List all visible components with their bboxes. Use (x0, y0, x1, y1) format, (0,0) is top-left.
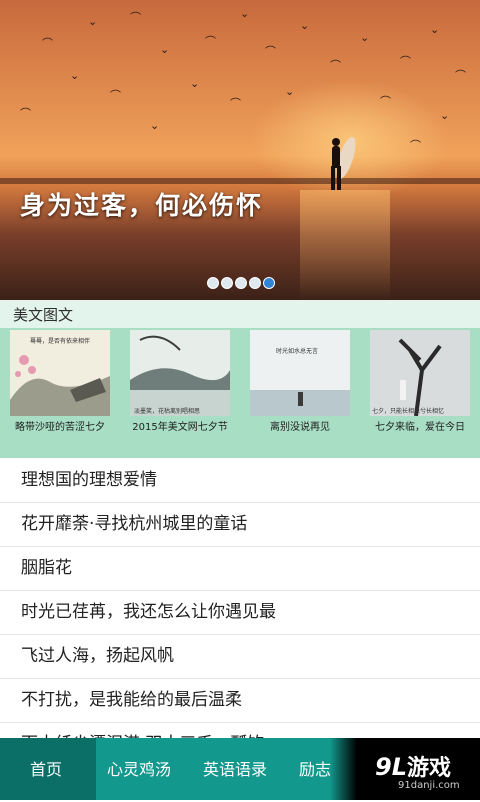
tab-english-quotes[interactable]: 英语语录 (203, 738, 267, 800)
slide-indicator[interactable] (207, 277, 275, 289)
surfer-silhouette (331, 136, 356, 190)
thumb-image (370, 330, 470, 416)
tab-soul-soup[interactable]: 心灵鸡汤 (107, 738, 171, 800)
bird-icon: ⌄ (190, 77, 200, 90)
brand-logo-text: 游戏 (407, 756, 452, 781)
article-list: 理想国的理想爱情 花开靡荼·寻找杭州城里的童话 胭脂花 时光已荏苒，我还怎么让你… (0, 459, 480, 767)
bird-icon: ⌒ (400, 55, 411, 68)
slide-dot[interactable] (235, 277, 247, 289)
bird-icon: ⌒ (380, 95, 391, 108)
bird-icon: ⌄ (160, 43, 170, 56)
bird-icon: ⌒ (20, 107, 31, 120)
bird-icon: ⌄ (360, 31, 370, 44)
thumb-image (250, 330, 350, 416)
featured-thumb-4[interactable]: 七夕，只能长相思兮长相忆 (370, 330, 470, 416)
thumb-image-text: 七夕，只能长相思兮长相忆 (372, 408, 445, 415)
bird-icon: ⌄ (430, 23, 440, 36)
featured-caption[interactable]: 七夕来临，爱在今日 (360, 418, 480, 433)
featured-thumb-2[interactable]: 淡墨笑，花枯离别唱相思 (130, 330, 230, 416)
bird-icon: ⌄ (285, 85, 295, 98)
featured-caption[interactable]: 2015年美文网七夕节 (120, 418, 240, 433)
thumb-image-text: 淡墨笑，花枯离别唱相思 (134, 408, 201, 415)
featured-thumb-1[interactable]: 蓦蓦，是否有依来相伴 (10, 330, 110, 416)
hero-caption: 身为过客，何必伤怀 (20, 191, 264, 220)
slide-dot[interactable] (221, 277, 233, 289)
bird-icon: ⌒ (410, 139, 421, 152)
bird-icon: ⌄ (240, 7, 250, 20)
bird-icon: ⌒ (230, 97, 241, 110)
slide-dot-active[interactable] (263, 277, 275, 289)
bird-icon: ⌄ (440, 109, 450, 122)
water-reflection (300, 190, 390, 300)
tab-inspirational[interactable]: 励志 (299, 738, 331, 800)
bird-icon: ⌄ (88, 15, 98, 28)
list-item[interactable]: 理想国的理想爱情 (0, 459, 480, 503)
thumb-image (130, 330, 230, 416)
list-item[interactable]: 飞过人海，扬起风帆 (0, 635, 480, 679)
bird-icon: ⌄ (70, 69, 80, 82)
featured-caption[interactable]: 离别没说再见 (240, 418, 360, 433)
list-item[interactable]: 不打扰，是我能给的最后温柔 (0, 679, 480, 723)
slide-dot[interactable] (207, 277, 219, 289)
bird-icon: ⌒ (455, 69, 466, 82)
thumb-image-text: 时光如水总无言 (276, 348, 319, 355)
horizon (0, 178, 480, 184)
bird-icon: ⌒ (130, 11, 141, 24)
list-item[interactable]: 胭脂花 (0, 547, 480, 591)
slide-dot[interactable] (249, 277, 261, 289)
bird-icon: ⌄ (300, 19, 310, 32)
tab-home[interactable]: 首页 (0, 738, 96, 800)
hero-banner[interactable]: ⌒ ⌄ ⌒ ⌄ ⌒ ⌄ ⌒ ⌄ ⌒ ⌄ ⌒ ⌄ ⌒ ⌄ ⌒ ⌄ ⌒ ⌄ ⌒ ⌄ … (0, 0, 480, 300)
list-item[interactable]: 花开靡荼·寻找杭州城里的童话 (0, 503, 480, 547)
brand-logo-num: 9L (375, 753, 407, 781)
bird-icon: ⌒ (330, 59, 341, 72)
bird-icon: ⌒ (42, 37, 53, 50)
thumb-image-text: 蓦蓦，是否有依来相伴 (30, 338, 91, 345)
featured-thumb-3[interactable]: 时光如水总无言 (250, 330, 350, 416)
bird-icon: ⌄ (150, 119, 160, 132)
brand-logo: 9L游戏 (375, 750, 451, 782)
featured-section: 美文图文 蓦蓦，是否有依来相伴 略带沙哑的苦涩七夕 淡墨笑，花枯离别唱相思 20… (0, 300, 480, 458)
section-title: 美文图文 (0, 300, 480, 328)
bird-icon: ⌒ (265, 45, 276, 58)
bird-icon: ⌒ (205, 35, 216, 48)
brand-url: 91danji.com (398, 780, 460, 791)
bird-icon: ⌒ (110, 89, 121, 102)
list-item[interactable]: 时光已荏苒，我还怎么让你遇见最 (0, 591, 480, 635)
featured-caption[interactable]: 略带沙哑的苦涩七夕 (0, 418, 120, 433)
